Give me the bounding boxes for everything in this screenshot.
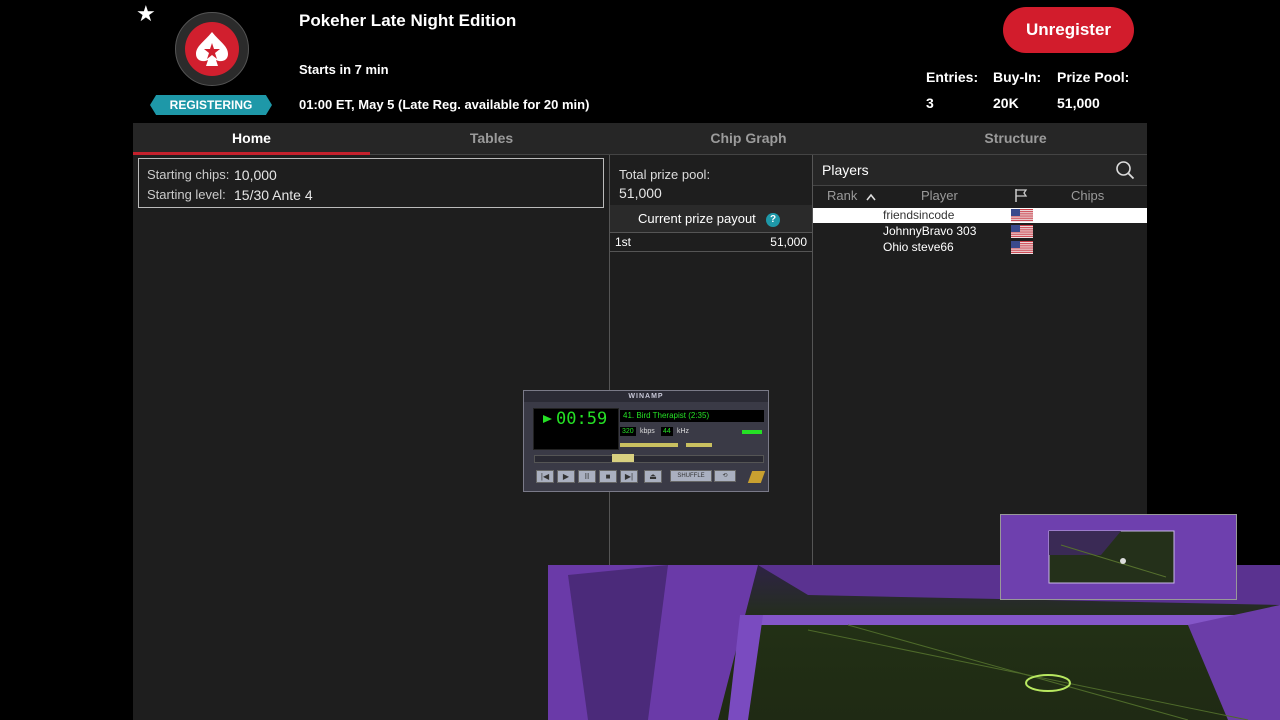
winamp-kbps: 320 — [620, 427, 636, 436]
winamp-khz: 44 — [661, 427, 673, 436]
payout-row: 1st 51,000 — [610, 233, 812, 252]
starting-chips-label: Starting chips: — [147, 167, 230, 182]
favorite-star-icon[interactable]: ★ — [136, 3, 156, 25]
player-name: friendsincode — [883, 208, 955, 222]
country-flag-column-icon[interactable] — [1014, 188, 1028, 203]
stereo-indicator — [742, 430, 762, 434]
starting-level-label: Starting level: — [147, 187, 226, 202]
payout-amount: 51,000 — [770, 235, 807, 249]
column-chips[interactable]: Chips — [1071, 188, 1104, 203]
start-time-text: 01:00 ET, May 5 (Late Reg. available for… — [299, 97, 590, 112]
prize-pool-value: 51,000 — [1057, 95, 1100, 111]
status-badge: REGISTERING — [150, 95, 272, 115]
us-flag-icon — [1011, 225, 1033, 238]
winamp-track-title: 41. Bird Therapist (2:35) — [620, 410, 764, 422]
unregister-button[interactable]: Unregister — [1003, 7, 1134, 53]
visualizer-preview — [1000, 514, 1237, 600]
play-indicator-icon — [543, 415, 552, 423]
winamp-kbps-label: kbps — [640, 428, 655, 435]
player-row[interactable]: friendsincode — [813, 208, 1147, 223]
tab-bar: Home Tables Chip Graph Structure — [133, 123, 1147, 155]
tournament-title: Pokeher Late Night Edition — [299, 11, 517, 30]
us-flag-icon — [1011, 209, 1033, 222]
current-payout-header: Current prize payout — [610, 205, 812, 233]
column-player[interactable]: Player — [921, 188, 958, 203]
volume-slider[interactable] — [620, 443, 678, 447]
previous-button[interactable]: |◀ — [536, 470, 554, 483]
pause-button[interactable]: II — [578, 470, 596, 483]
starting-level-value: 15/30 Ante 4 — [234, 187, 313, 203]
total-prize-value: 51,000 — [619, 185, 662, 201]
starting-chips-row: Starting chips: 10,000 — [147, 167, 277, 183]
tab-structure[interactable]: Structure — [884, 123, 1147, 154]
winamp-title[interactable]: WINAMP — [524, 391, 768, 402]
player-name: JohnnyBravo 303 — [883, 224, 977, 238]
play-button[interactable]: ▶ — [557, 470, 575, 483]
help-icon[interactable]: ? — [766, 213, 780, 227]
starting-level-row: Starting level: 15/30 Ante 4 — [147, 187, 313, 203]
tab-home[interactable]: Home — [133, 123, 370, 154]
spade-star-icon — [196, 32, 228, 66]
visualizer-preview-graphic — [1001, 515, 1236, 599]
sort-ascending-icon[interactable] — [866, 193, 876, 201]
search-icon[interactable] — [1115, 160, 1135, 180]
player-row[interactable]: JohnnyBravo 303 — [813, 224, 1147, 239]
entries-label: Entries: — [926, 69, 979, 85]
tab-chip-graph[interactable]: Chip Graph — [613, 123, 884, 154]
player-name: Ohio steve66 — [883, 240, 954, 254]
winamp-time[interactable]: 00:59 — [556, 410, 607, 428]
current-payout-label: Current prize payout — [638, 211, 756, 226]
starts-in-text: Starts in 7 min — [299, 62, 389, 77]
shuffle-button[interactable]: SHUFFLE — [670, 470, 712, 482]
next-button[interactable]: ▶| — [620, 470, 638, 483]
us-flag-icon — [1011, 241, 1033, 254]
starting-info-box: Starting chips: 10,000 Starting level: 1… — [138, 158, 604, 208]
winamp-khz-label: kHz — [677, 428, 690, 435]
seek-knob[interactable] — [612, 454, 634, 462]
eject-button[interactable]: ⏏ — [644, 470, 662, 483]
pokerstars-logo — [175, 12, 249, 86]
entries-value: 3 — [926, 95, 934, 111]
winamp-logo-icon[interactable] — [747, 471, 766, 483]
repeat-button[interactable]: ⟲ — [714, 470, 736, 482]
stop-button[interactable]: ■ — [599, 470, 617, 483]
column-rank[interactable]: Rank — [827, 188, 857, 203]
starting-chips-value: 10,000 — [234, 167, 277, 183]
balance-slider[interactable] — [686, 443, 712, 447]
winamp-player[interactable]: WINAMP 00:59 41. Bird Therapist (2:35) 3… — [523, 390, 769, 492]
prize-pool-label: Prize Pool: — [1057, 69, 1130, 85]
total-prize-label: Total prize pool: — [619, 167, 711, 182]
player-row[interactable]: Ohio steve66 — [813, 240, 1147, 255]
payout-place: 1st — [615, 235, 632, 249]
buyin-value: 20K — [993, 95, 1019, 111]
seek-bar[interactable] — [534, 455, 764, 463]
players-title: Players — [822, 162, 869, 178]
tab-tables[interactable]: Tables — [370, 123, 613, 154]
buyin-label: Buy-In: — [993, 69, 1042, 85]
